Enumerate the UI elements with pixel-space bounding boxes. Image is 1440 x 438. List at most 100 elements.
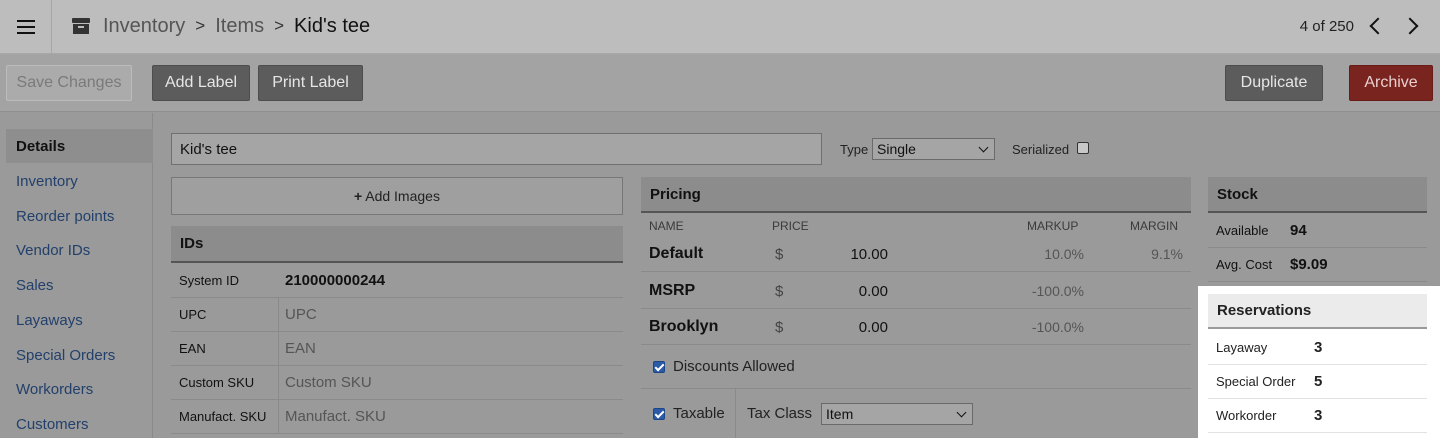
tax-class-label: Tax Class bbox=[747, 405, 813, 422]
pager-count: 4 of 250 bbox=[1299, 17, 1354, 35]
type-label: Type bbox=[840, 142, 869, 157]
sidebar-item-inventory[interactable]: Inventory bbox=[6, 164, 153, 198]
sidebar-item-layaways[interactable]: Layaways bbox=[6, 303, 153, 337]
reservation-row-special-order: Special Order 5 bbox=[1208, 365, 1427, 399]
price-input[interactable]: 0.00 bbox=[859, 283, 888, 300]
price-name: Default bbox=[649, 245, 704, 262]
add-images-label: Add Images bbox=[365, 188, 440, 204]
reservation-value: 3 bbox=[1314, 407, 1323, 424]
tax-class-value: Item bbox=[826, 405, 854, 422]
discounts-allowed-label: Discounts Allowed bbox=[673, 358, 795, 375]
type-select[interactable]: Single bbox=[872, 138, 995, 160]
archive-button[interactable]: Archive bbox=[1349, 65, 1433, 101]
type-select-value: Single bbox=[877, 141, 916, 157]
duplicate-button[interactable]: Duplicate bbox=[1225, 65, 1323, 101]
stock-section-title: Stock bbox=[1208, 177, 1427, 213]
serialized-checkbox[interactable] bbox=[1077, 142, 1089, 154]
upc-input[interactable]: UPC bbox=[279, 298, 623, 331]
breadcrumb-current: Kid's tee bbox=[294, 14, 371, 37]
stock-label: Available bbox=[1216, 223, 1269, 238]
serialized-label: Serialized bbox=[1012, 142, 1070, 157]
manufact-sku-label: Manufact. SKU bbox=[171, 400, 279, 433]
plus-icon: + bbox=[354, 188, 363, 204]
sidebar-item-special-orders[interactable]: Special Orders bbox=[6, 338, 153, 372]
price-row-msrp: MSRP $ 0.00 -100.0% bbox=[641, 273, 1191, 309]
price-margin: 9.1% bbox=[1151, 246, 1183, 262]
breadcrumb-inventory[interactable]: Inventory bbox=[103, 15, 185, 38]
record-pager: 4 of 250 bbox=[1300, 12, 1420, 40]
manufact-sku-input[interactable]: Manufact. SKU bbox=[279, 400, 623, 433]
breadcrumb-items[interactable]: Items bbox=[215, 15, 264, 38]
sidebar-item-details[interactable]: Details bbox=[6, 129, 153, 163]
chevron-right-icon[interactable] bbox=[1401, 17, 1419, 35]
reservation-row-layaway: Layaway 3 bbox=[1208, 331, 1427, 365]
reservation-label: Layaway bbox=[1216, 340, 1268, 355]
item-name-input[interactable]: Kid's tee bbox=[171, 133, 822, 165]
chevron-left-icon[interactable] bbox=[1369, 17, 1387, 35]
chevron-down-icon bbox=[956, 407, 967, 417]
price-row-default: Default $ 10.00 10.0% 9.1% bbox=[641, 236, 1191, 272]
breadcrumb-separator-icon: > bbox=[274, 16, 285, 35]
sidebar-item-reorder-points[interactable]: Reorder points bbox=[6, 199, 153, 233]
custom-sku-input[interactable]: Custom SKU bbox=[279, 366, 623, 399]
id-row-manufact-sku: Manufact. SKU Manufact. SKU bbox=[171, 400, 623, 434]
save-changes-button[interactable]: Save Changes bbox=[6, 65, 132, 101]
breadcrumb-separator-icon: > bbox=[195, 16, 206, 35]
id-row-upc: UPC UPC bbox=[171, 298, 623, 332]
chevron-down-icon bbox=[978, 142, 989, 153]
stock-value: $9.09 bbox=[1290, 256, 1328, 273]
price-markup: -100.0% bbox=[1031, 319, 1084, 335]
print-label-button[interactable]: Print Label bbox=[258, 65, 363, 101]
reservation-value: 5 bbox=[1314, 373, 1323, 390]
stock-label: Avg. Cost bbox=[1216, 257, 1273, 272]
pricing-col-price: PRICE bbox=[772, 219, 809, 233]
id-row-custom-sku: Custom SKU Custom SKU bbox=[171, 366, 623, 400]
tax-class-select[interactable]: Item bbox=[821, 402, 974, 425]
ean-label: EAN bbox=[171, 332, 279, 365]
sidebar-item-customers[interactable]: Customers bbox=[6, 407, 153, 438]
sidebar-item-workorders[interactable]: Workorders bbox=[6, 372, 153, 406]
price-input[interactable]: 10.00 bbox=[850, 246, 888, 263]
system-id-label: System ID bbox=[179, 273, 239, 288]
reservations-section-title: Reservations bbox=[1208, 294, 1427, 329]
custom-sku-label: Custom SKU bbox=[171, 366, 279, 399]
ids-section-title: IDs bbox=[171, 226, 623, 263]
box-icon bbox=[72, 18, 90, 34]
price-currency: $ bbox=[775, 283, 784, 300]
price-input[interactable]: 0.00 bbox=[859, 319, 888, 336]
price-row-brooklyn: Brooklyn $ 0.00 -100.0% bbox=[641, 309, 1191, 345]
pricing-col-name: NAME bbox=[649, 219, 684, 233]
id-row-ean: EAN EAN bbox=[171, 332, 623, 366]
sidebar-item-sales[interactable]: Sales bbox=[6, 268, 153, 302]
discounts-allowed-checkbox[interactable] bbox=[653, 360, 665, 373]
price-name: MSRP bbox=[649, 282, 696, 299]
reservation-label: Workorder bbox=[1216, 408, 1277, 423]
reservation-value: 3 bbox=[1314, 339, 1323, 356]
breadcrumb: Inventory > Items > Kid's tee bbox=[72, 12, 370, 40]
price-currency: $ bbox=[775, 319, 784, 336]
stock-value: 94 bbox=[1290, 222, 1307, 239]
menu-button[interactable] bbox=[0, 0, 52, 54]
tax-row: Taxable Tax Class Item bbox=[641, 389, 1191, 438]
reservation-row-workorder: Workorder 3 bbox=[1208, 399, 1427, 433]
pricing-col-markup: MARKUP bbox=[1027, 219, 1079, 233]
sidebar-item-vendor-ids[interactable]: Vendor IDs bbox=[6, 233, 153, 267]
pricing-section-title: Pricing bbox=[641, 177, 1191, 213]
system-id-value: 210000000244 bbox=[285, 272, 386, 289]
ean-input[interactable]: EAN bbox=[279, 332, 623, 365]
discounts-row: Discounts Allowed bbox=[641, 345, 1191, 389]
id-row-system-id: System ID 210000000244 bbox=[171, 264, 623, 298]
price-markup: 10.0% bbox=[1044, 246, 1084, 262]
reservation-label: Special Order bbox=[1216, 374, 1296, 389]
pricing-col-margin: MARGIN bbox=[1130, 219, 1178, 233]
add-images-button[interactable]: + Add Images bbox=[171, 177, 623, 215]
taxable-label: Taxable bbox=[673, 405, 725, 422]
taxable-checkbox[interactable] bbox=[653, 407, 665, 420]
price-currency: $ bbox=[775, 246, 784, 263]
price-markup: -100.0% bbox=[1031, 283, 1084, 299]
stock-row-available: Available 94 bbox=[1208, 214, 1427, 248]
stock-row-avg-cost: Avg. Cost $9.09 bbox=[1208, 248, 1427, 282]
add-label-button[interactable]: Add Label bbox=[152, 65, 250, 101]
price-name: Brooklyn bbox=[649, 318, 719, 335]
upc-label: UPC bbox=[171, 298, 279, 331]
